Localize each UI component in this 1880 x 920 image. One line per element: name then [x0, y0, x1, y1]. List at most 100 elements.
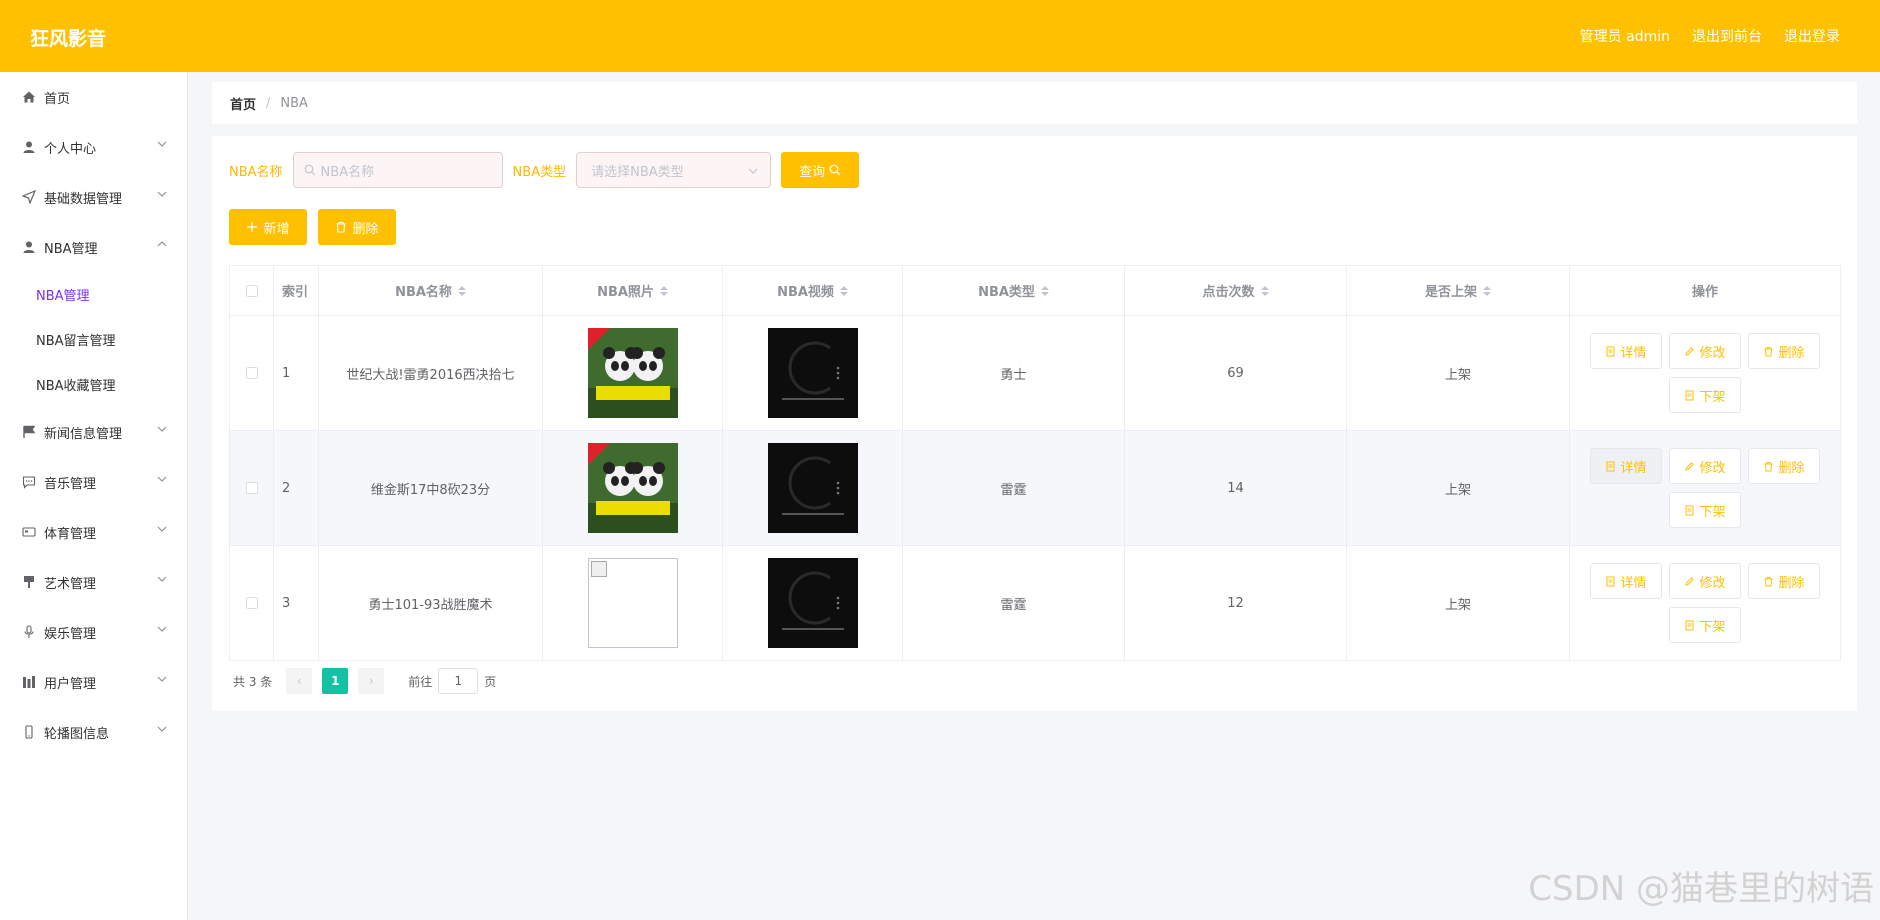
cell-photo [543, 316, 723, 430]
sort-icon[interactable] [457, 285, 466, 296]
app-brand: 狂风影音 [30, 28, 107, 50]
sort-icon[interactable] [1260, 285, 1269, 296]
cell-type: 雷霆 [903, 546, 1125, 660]
sidebar-item-news[interactable]: 新闻信息管理 [0, 407, 187, 457]
row-checkbox[interactable] [245, 597, 258, 609]
panda-thumbnail[interactable] [587, 443, 678, 533]
page-jumper: 前往 1 页 [408, 668, 496, 694]
offshelf-button[interactable]: 下架 [1669, 377, 1741, 413]
table-row: 3 勇士101-93战胜魔术 雷霆 12 上架 详情 修改 删除 下架 [229, 546, 1841, 661]
sidebar-item-nba[interactable]: NBA管理 [0, 222, 187, 272]
delete-button-label: 删除 [1778, 345, 1805, 361]
column-header-label: 点击次数 [1202, 285, 1255, 300]
edit-button[interactable]: 修改 [1669, 448, 1741, 484]
chevron-down-icon [157, 191, 167, 197]
doc-icon [1685, 620, 1694, 630]
column-header-name[interactable]: NBA名称 [319, 266, 543, 315]
column-header-photo[interactable]: NBA照片 [543, 266, 723, 315]
cell-clicks: 12 [1125, 546, 1347, 660]
column-header-clicks[interactable]: 点击次数 [1125, 266, 1347, 315]
breadcrumb: 首页 / NBA [212, 82, 1857, 124]
chevron-down-icon [157, 141, 167, 147]
delete-button[interactable]: 删除 [1748, 448, 1820, 484]
cell-name: 世纪大战!雷勇2016西决拾七 [319, 316, 543, 430]
chevron-down-icon [157, 676, 167, 682]
exit-to-front-link[interactable]: 退出到前台 [1692, 26, 1762, 46]
sidebar-item-label: 基础数据管理 [44, 191, 123, 207]
action-toolbar: 新增 删除 [229, 209, 396, 245]
sidebar-item-personal-center[interactable]: 个人中心 [0, 122, 187, 172]
column-header-status[interactable]: 是否上架 [1347, 266, 1570, 315]
brush-icon [22, 575, 36, 589]
sidebar-item-entertainment[interactable]: 娱乐管理 [0, 607, 187, 657]
cell-name: 勇士101-93战胜魔术 [319, 546, 543, 660]
logout-link[interactable]: 退出登录 [1784, 26, 1840, 46]
page-number-current[interactable]: 1 [322, 668, 349, 694]
sidebar-item-art[interactable]: 艺术管理 [0, 557, 187, 607]
submenu-item-nba-manage[interactable]: NBA管理 [0, 272, 187, 317]
edit-button[interactable]: 修改 [1669, 563, 1741, 599]
edit-button-label: 修改 [1699, 575, 1726, 591]
query-button-label: 查询 [799, 164, 826, 180]
sort-icon[interactable] [839, 285, 848, 296]
batch-delete-button-label: 删除 [352, 221, 379, 237]
column-header-video[interactable]: NBA视频 [723, 266, 903, 315]
sidebar-item-sports[interactable]: 体育管理 [0, 507, 187, 557]
nba-name-input[interactable]: NBA名称 [292, 152, 503, 188]
sidebar-item-music[interactable]: 音乐管理 [0, 457, 187, 507]
breadcrumb-home[interactable]: 首页 [230, 94, 256, 113]
admin-label[interactable]: 管理员 admin [1580, 26, 1670, 46]
delete-button[interactable]: 删除 [1748, 333, 1820, 369]
nba-type-select[interactable]: 请选择NBA类型 [576, 152, 772, 188]
sidebar-item-label: 个人中心 [44, 141, 97, 157]
sidebar-item-label: 娱乐管理 [44, 626, 97, 642]
breadcrumb-current: NBA [280, 95, 308, 111]
row-checkbox[interactable] [245, 482, 258, 494]
sidebar-item-users[interactable]: 用户管理 [0, 657, 187, 707]
query-button[interactable]: 查询 [781, 152, 860, 188]
delete-button-label: 删除 [1778, 460, 1805, 476]
row-checkbox[interactable] [245, 367, 258, 379]
column-header-label: NBA名称 [395, 285, 452, 300]
sidebar-item-carousel[interactable]: 轮播图信息 [0, 707, 187, 757]
detail-button[interactable]: 详情 [1590, 563, 1662, 599]
column-header-type[interactable]: NBA类型 [903, 266, 1125, 315]
offshelf-button[interactable]: 下架 [1669, 607, 1741, 643]
page-input[interactable]: 1 [438, 668, 479, 694]
trash-icon [336, 221, 346, 233]
edit-button[interactable]: 修改 [1669, 333, 1741, 369]
add-button[interactable]: 新增 [229, 209, 307, 245]
cell-actions: 详情 修改 删除 下架 [1570, 546, 1841, 660]
detail-button[interactable]: 详情 [1590, 448, 1662, 484]
mic-icon [22, 625, 36, 639]
sidebar-item-label: 新闻信息管理 [44, 426, 123, 442]
broken-image-icon[interactable] [587, 558, 678, 648]
sort-icon[interactable] [1483, 285, 1491, 296]
sidebar-item-home[interactable]: 首页 [0, 72, 187, 122]
video-player[interactable] [767, 328, 858, 418]
sort-icon[interactable] [659, 285, 668, 296]
add-button-label: 新增 [263, 221, 290, 237]
submenu-item-nba-favorites[interactable]: NBA收藏管理 [0, 362, 187, 407]
delete-button[interactable]: 删除 [1748, 563, 1820, 599]
video-player[interactable] [767, 558, 858, 648]
select-all-checkbox[interactable] [245, 284, 258, 297]
sidebar-item-label: NBA管理 [44, 241, 98, 257]
sidebar-item-base-data[interactable]: 基础数据管理 [0, 172, 187, 222]
batch-delete-button[interactable]: 删除 [318, 209, 396, 245]
next-page-button[interactable]: › [358, 668, 385, 694]
cell-clicks: 69 [1125, 316, 1347, 430]
chevron-down-icon [157, 626, 167, 632]
offshelf-button-label: 下架 [1699, 389, 1726, 405]
detail-button[interactable]: 详情 [1590, 333, 1662, 369]
chevron-down-icon [157, 426, 167, 432]
prev-page-button[interactable]: ‹ [286, 668, 313, 694]
cell-status: 上架 [1347, 316, 1570, 430]
chevron-down-icon [748, 168, 758, 174]
sort-icon[interactable] [1040, 285, 1049, 296]
offshelf-button[interactable]: 下架 [1669, 492, 1741, 528]
panda-thumbnail[interactable] [587, 328, 678, 418]
submenu-item-nba-comments[interactable]: NBA留言管理 [0, 317, 187, 362]
cell-type: 勇士 [903, 316, 1125, 430]
video-player[interactable] [767, 443, 858, 533]
